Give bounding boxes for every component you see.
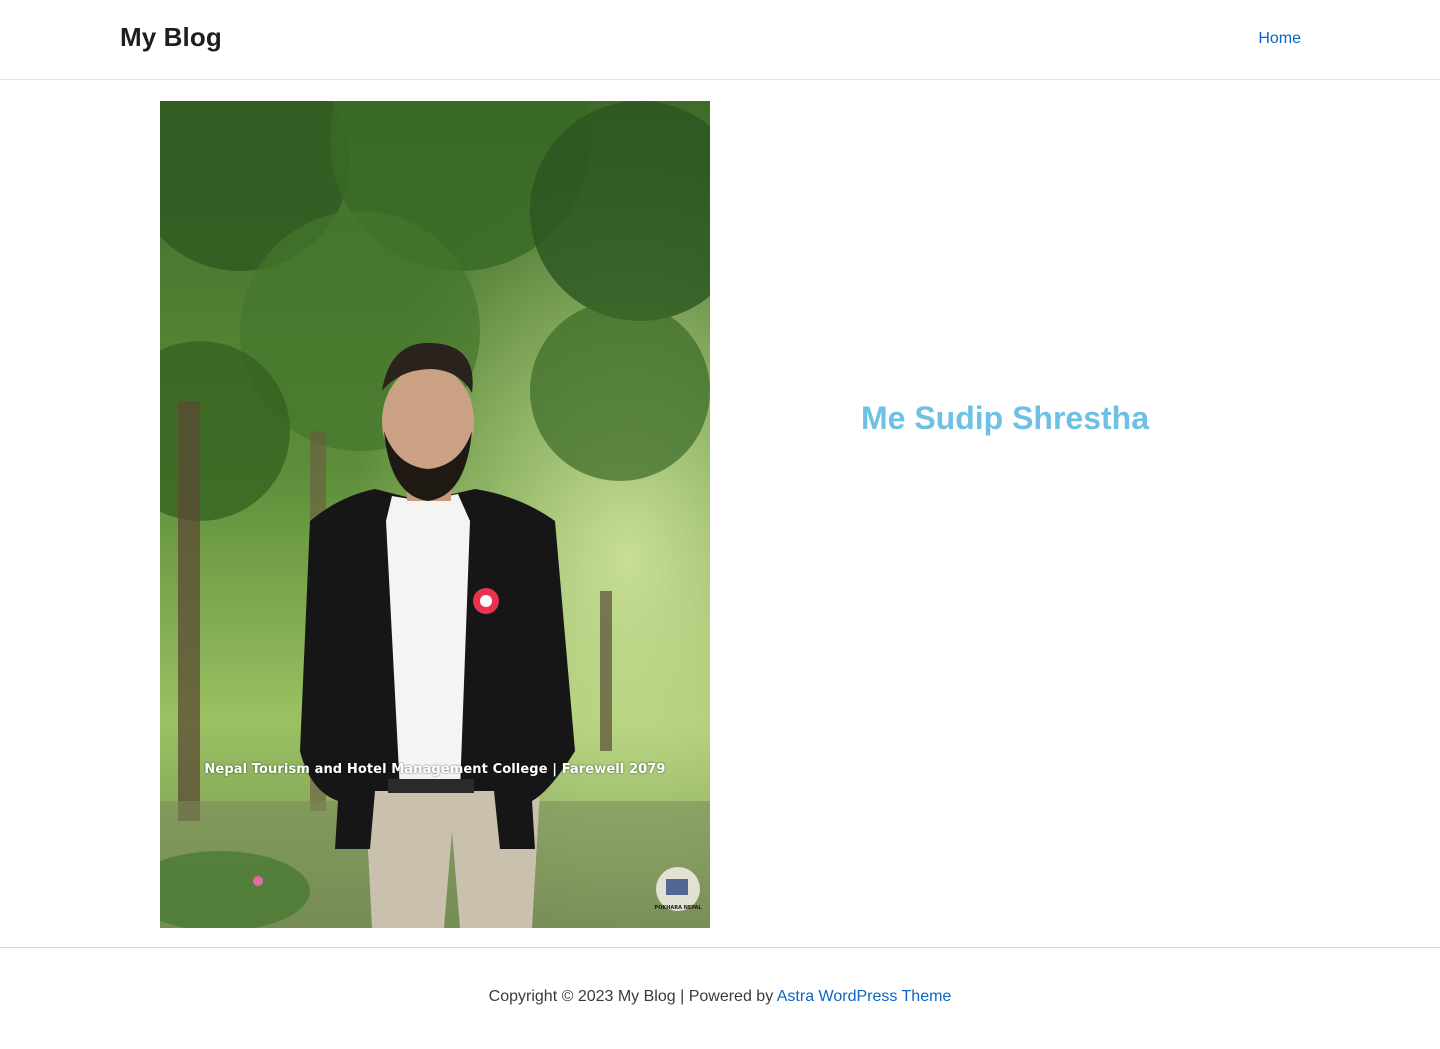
featured-photo: Nepal Tourism and Hotel Management Colle… (160, 101, 710, 928)
photo-illustration (160, 101, 710, 928)
site-title-link[interactable]: My Blog (120, 22, 222, 53)
site-header: My Blog Home (0, 0, 1440, 80)
site-footer: Copyright © 2023 My Blog | Powered by As… (0, 988, 1440, 1006)
nav-item-home[interactable]: Home (1258, 30, 1301, 48)
photo-watermark-text: POKHARA NEPAL (654, 905, 702, 911)
footer-theme-link[interactable]: Astra WordPress Theme (777, 988, 952, 1005)
footer-divider (0, 947, 1440, 948)
photo-caption: Nepal Tourism and Hotel Management Colle… (204, 762, 666, 777)
page-heading: Me Sudip Shrestha (860, 400, 1150, 436)
footer-copyright: Copyright © 2023 My Blog | Powered by (488, 988, 774, 1005)
